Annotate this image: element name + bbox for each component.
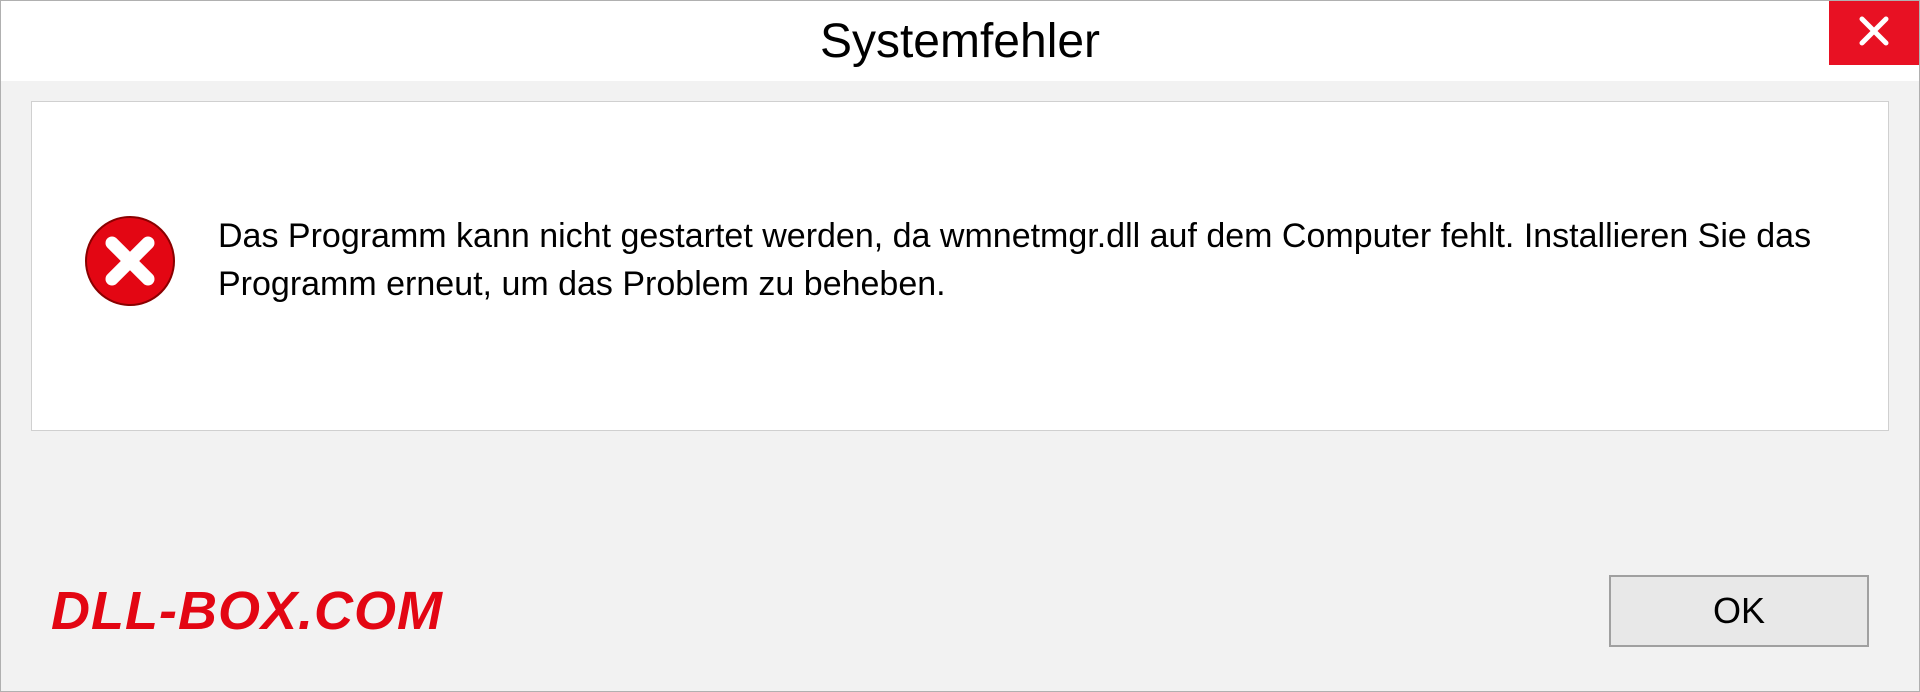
content-panel: Das Programm kann nicht gestartet werden… <box>31 101 1889 431</box>
watermark-text: DLL-BOX.COM <box>51 580 443 642</box>
footer-area: DLL-BOX.COM OK <box>1 551 1919 691</box>
title-bar: Systemfehler <box>1 1 1919 81</box>
error-message: Das Programm kann nicht gestartet werden… <box>218 213 1838 308</box>
error-dialog: Systemfehler Das Programm kann nicht ges… <box>0 0 1920 692</box>
close-button[interactable] <box>1829 1 1919 65</box>
error-icon <box>82 213 178 309</box>
dialog-title: Systemfehler <box>820 14 1100 69</box>
close-icon <box>1856 13 1892 54</box>
ok-button[interactable]: OK <box>1609 575 1869 647</box>
